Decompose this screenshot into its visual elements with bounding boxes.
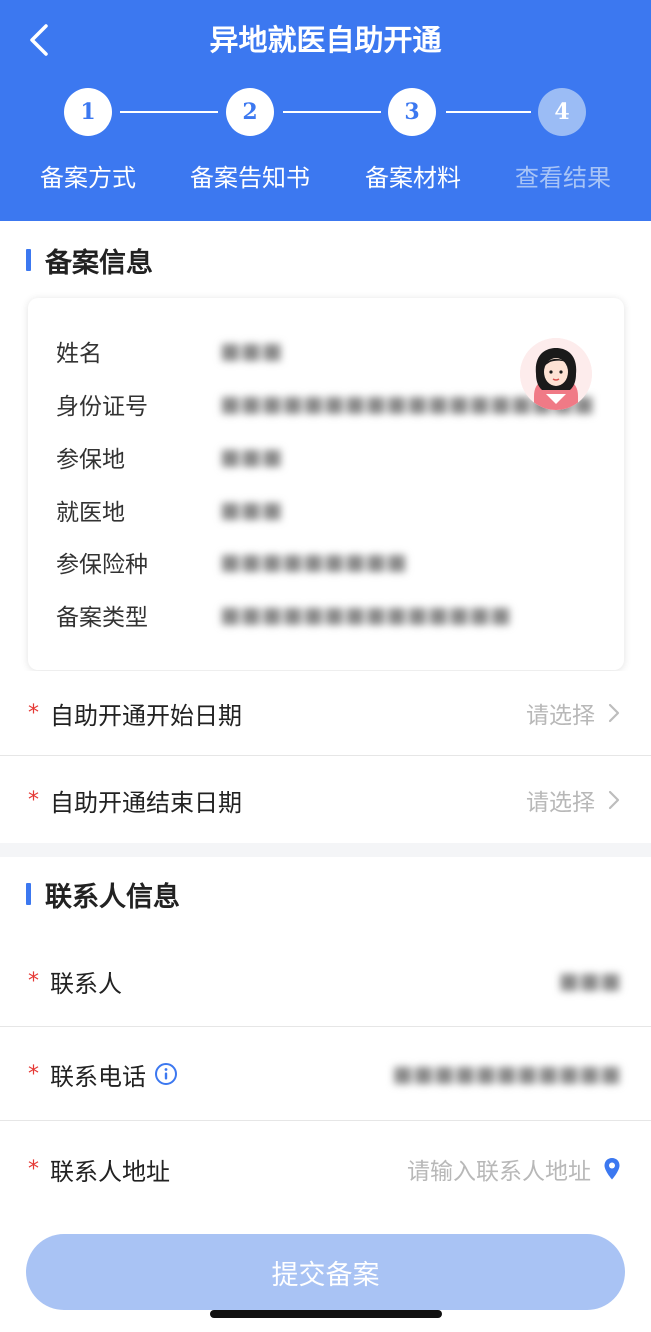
contact-phone-value-wrap: ■■■■■■■■■■■ (392, 1062, 621, 1087)
section-divider (0, 843, 651, 857)
contact-phone-field[interactable]: * 联系电话 ■■■■■■■■■■■ (0, 1028, 651, 1121)
info-row-name: 姓名 ■■■ (56, 331, 282, 371)
info-value: ■■■ (220, 338, 283, 364)
step-1-circle: 1 (64, 88, 112, 136)
info-row-insurance-type: 参保险种 ■■■■■■■■■ (56, 542, 407, 582)
chevron-right-icon (608, 703, 620, 723)
start-date-picker[interactable]: * 自助开通开始日期 请选择 (0, 671, 651, 756)
progress-stepper: 1 2 3 4 备案方式 备案告知书 备案材料 查看结果 (0, 0, 651, 221)
info-label: 参保地 (56, 447, 125, 473)
info-row-treatment-place: 就医地 ■■■ (56, 490, 282, 530)
start-date-placeholder: 请选择 (526, 703, 595, 729)
step-1-label: 备案方式 (40, 164, 136, 192)
contact-name-field[interactable]: * 联系人 ■■■ (0, 936, 651, 1027)
female-avatar-icon (520, 338, 592, 410)
step-3-label: 备案材料 (365, 164, 461, 192)
end-date-value: 请选择 (526, 783, 621, 817)
info-row-filing-type: 备案类型 ■■■■■■■■■■■■■■ (56, 595, 511, 635)
required-mark: * (28, 700, 39, 726)
filing-info-card: 姓名 ■■■ 身份证号 ■■■■■■■■■■■■■■■■■■ 参保地 ■■■ 就… (28, 298, 624, 670)
step-3-circle: 3 (388, 88, 436, 136)
chevron-right-icon (608, 790, 620, 810)
required-mark: * (28, 1061, 39, 1087)
info-label: 身份证号 (56, 394, 148, 420)
required-mark: * (28, 968, 39, 994)
step-connector (120, 111, 218, 113)
info-row-id-number: 身份证号 ■■■■■■■■■■■■■■■■■■ (56, 384, 594, 424)
info-value: ■■■ (220, 497, 283, 523)
step-2-circle: 2 (226, 88, 274, 136)
contact-address-label: 联系人地址 (50, 1157, 170, 1186)
info-label: 备案类型 (56, 605, 148, 631)
contact-info-title: 联系人信息 (45, 881, 180, 913)
contact-address-input[interactable]: 请输入联系人地址 (407, 1152, 591, 1186)
filing-info-title: 备案信息 (45, 247, 153, 279)
submit-filing-button[interactable]: 提交备案 (26, 1234, 625, 1310)
step-connector (446, 111, 531, 113)
info-value: ■■■■■■■■■ (220, 549, 408, 575)
required-mark: * (28, 787, 39, 813)
info-row-insured-place: 参保地 ■■■ (56, 437, 282, 477)
info-circle-icon[interactable] (154, 1062, 178, 1086)
home-indicator (210, 1310, 442, 1318)
info-label: 就医地 (56, 500, 125, 526)
info-label: 姓名 (56, 341, 102, 367)
location-pin-icon[interactable] (603, 1157, 621, 1181)
end-date-label: 自助开通结束日期 (50, 788, 242, 817)
header-bar: 异地就医自助开通 1 2 3 4 备案方式 备案告知书 备案材料 查看结果 (0, 0, 651, 221)
start-date-label: 自助开通开始日期 (50, 701, 242, 730)
start-date-value: 请选择 (526, 696, 621, 730)
info-value: ■■■ (220, 444, 283, 470)
contact-name-label: 联系人 (50, 969, 122, 998)
contact-info-heading: 联系人信息 (26, 874, 180, 914)
end-date-placeholder: 请选择 (526, 790, 595, 816)
required-mark: * (28, 1156, 39, 1182)
contact-name-value-wrap: ■■■ (559, 969, 621, 994)
contact-name-value: ■■■ (558, 968, 621, 994)
filing-info-heading: 备案信息 (26, 240, 153, 280)
step-4-label: 查看结果 (515, 164, 611, 192)
step-4-circle: 4 (538, 88, 586, 136)
contact-phone-label: 联系电话 (50, 1062, 146, 1091)
end-date-picker[interactable]: * 自助开通结束日期 请选择 (0, 757, 651, 843)
contact-address-field[interactable]: * 联系人地址 请输入联系人地址 (0, 1122, 651, 1216)
info-value: ■■■■■■■■■■■■■■ (220, 602, 512, 628)
info-label: 参保险种 (56, 552, 148, 578)
section-accent-bar (26, 249, 31, 271)
contact-address-value-wrap: 请输入联系人地址 (407, 1152, 621, 1186)
step-connector (283, 111, 381, 113)
contact-phone-value: ■■■■■■■■■■■ (392, 1061, 621, 1087)
step-2-label: 备案告知书 (190, 164, 310, 192)
section-accent-bar (26, 883, 31, 905)
